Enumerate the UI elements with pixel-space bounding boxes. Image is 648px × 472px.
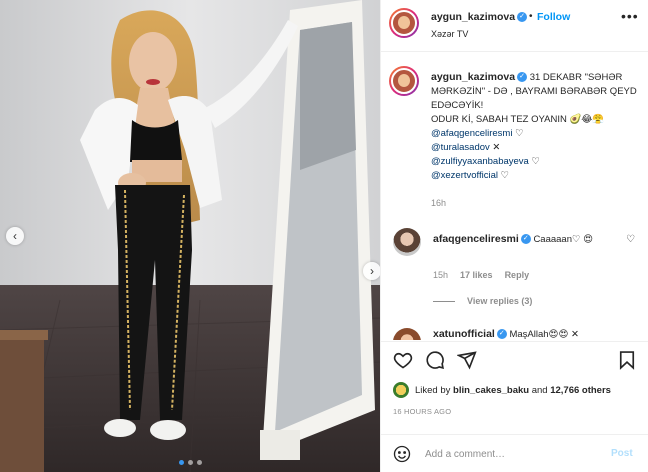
add-comment-input[interactable]	[425, 445, 595, 463]
more-options-icon[interactable]: •••	[621, 8, 639, 24]
likes-prefix: Liked by	[415, 385, 454, 396]
follow-button[interactable]: Follow	[537, 11, 570, 23]
post-timestamp[interactable]: 16 HOURS AGO	[393, 407, 451, 416]
mention-suffix: ♡	[512, 128, 524, 139]
liker-avatar[interactable]	[393, 382, 409, 398]
view-replies-button[interactable]: View replies (3)	[433, 296, 532, 306]
carousel-next-button[interactable]: ›	[363, 262, 380, 280]
likes-text: Liked by blin_cakes_baku and 12,766 othe…	[415, 385, 611, 396]
comment-time[interactable]: 15h	[433, 270, 448, 280]
commenter-avatar[interactable]	[393, 328, 421, 340]
verified-icon: ✓	[520, 234, 531, 245]
mention-suffix: ♡	[528, 156, 540, 167]
caption-author-avatar[interactable]	[389, 66, 419, 96]
carousel-dot	[187, 460, 193, 465]
verified-icon: ✓	[517, 12, 528, 23]
save-bookmark-icon[interactable]	[617, 350, 637, 370]
like-heart-icon[interactable]	[393, 350, 413, 370]
mention-link[interactable]: @turalasadov	[431, 142, 490, 153]
comment-reply-button[interactable]: Reply	[505, 270, 530, 280]
emoji-smiley-icon[interactable]	[393, 445, 411, 463]
add-comment-bar: Post	[381, 434, 648, 472]
commenter-username[interactable]: xatunofficial	[433, 328, 495, 340]
comment-like-icon[interactable]: ♡	[626, 234, 635, 245]
carousel-dots	[0, 460, 380, 465]
commenter-avatar[interactable]	[393, 228, 421, 256]
follow-separator: •	[529, 11, 533, 22]
likes-others-count[interactable]: 12,766 others	[550, 385, 611, 396]
caption-author-username[interactable]: aygun_kazimova	[431, 71, 515, 83]
author-avatar[interactable]	[389, 8, 419, 38]
mention-link[interactable]: @afaqgenceliresmi	[431, 128, 512, 139]
comment-text: MaşAllah😍😍 ✕	[509, 329, 579, 340]
carousel-dot	[196, 460, 202, 465]
mention-link[interactable]: @xezertvofficial	[431, 170, 498, 181]
mention-suffix: ✕	[489, 142, 501, 153]
post-comment-button[interactable]: Post	[611, 448, 633, 459]
caption-timestamp[interactable]: 16h	[431, 198, 446, 208]
author-username[interactable]: aygun_kazimova	[431, 11, 515, 23]
post-photo[interactable]: ‹ ›	[0, 0, 380, 472]
comment-bubble-icon[interactable]	[425, 350, 445, 370]
likes-middle: and	[529, 385, 551, 396]
mention-suffix: ♡	[498, 170, 510, 181]
comment-likes-count[interactable]: 17 likes	[460, 270, 493, 280]
post-side-panel: aygun_kazimova ✓ • Follow Xəzər TV ••• ay…	[380, 0, 648, 472]
comment-text-row: xatunofficial ✓ MaşAllah😍😍 ✕	[433, 328, 579, 340]
caption-line-2: ODUR Kİ, SABAH TEZ OYANIN 🥑😂😤	[431, 114, 605, 125]
comment-item: xatunofficial ✓ MaşAllah😍😍 ✕	[381, 326, 648, 340]
share-send-icon[interactable]	[456, 350, 477, 370]
liker-username[interactable]: blin_cakes_baku	[453, 385, 529, 396]
author-name-row: aygun_kazimova ✓	[431, 11, 528, 23]
comment-meta: 15h 17 likes Reply	[433, 270, 529, 280]
verified-icon: ✓	[517, 72, 528, 83]
comment-text-row: afaqgenceliresmi ✓ Caaaaan♡ 😍	[433, 232, 623, 247]
post-location[interactable]: Xəzər TV	[431, 29, 468, 39]
verified-icon: ✓	[496, 329, 507, 340]
caption-text: aygun_kazimova ✓ 31 DEKABR "SƏHƏR MƏRKƏZİ…	[431, 70, 641, 183]
post-action-bar	[381, 341, 648, 377]
post-photo-illustration	[0, 0, 380, 472]
carousel-dot-active	[178, 460, 184, 465]
commenter-username[interactable]: afaqgenceliresmi	[433, 233, 519, 245]
comment-text: Caaaaan♡ 😍	[533, 234, 594, 245]
carousel-prev-button[interactable]: ‹	[6, 227, 24, 245]
likes-summary: Liked by blin_cakes_baku and 12,766 othe…	[381, 378, 648, 402]
mention-link[interactable]: @zulfiyyaxanbabayeva	[431, 156, 529, 167]
post-header: aygun_kazimova ✓ • Follow Xəzər TV •••	[381, 0, 648, 52]
